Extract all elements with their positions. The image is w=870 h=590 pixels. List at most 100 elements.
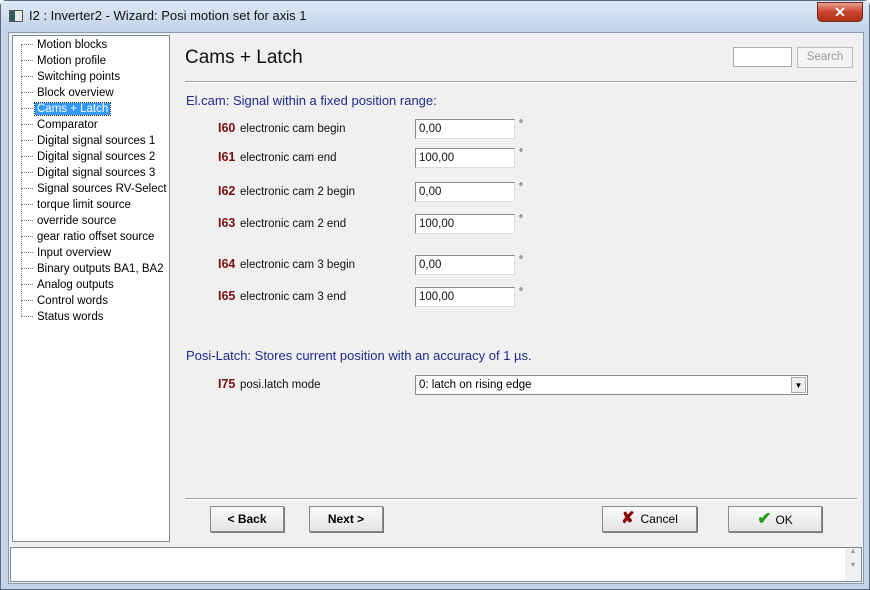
- tree-item[interactable]: Motion profile: [21, 53, 108, 69]
- unit-label: °: [519, 148, 523, 159]
- unit-label: °: [519, 119, 523, 130]
- param-id: I75: [218, 377, 236, 391]
- tree-connector: [21, 172, 33, 174]
- tree-item-label: Control words: [37, 295, 108, 307]
- param-label: posi.latch mode: [240, 379, 321, 391]
- tree-item[interactable]: Digital signal sources 3: [21, 165, 157, 181]
- check-icon: ✔: [757, 509, 772, 528]
- cancel-button[interactable]: ✘ Cancel: [602, 506, 697, 532]
- search-input[interactable]: [733, 47, 792, 67]
- scrollbar[interactable]: ▲ ▼: [845, 548, 861, 581]
- app-icon: [9, 10, 23, 22]
- tree-connector: [21, 60, 33, 62]
- tree-connector: [21, 44, 33, 46]
- param-value-input[interactable]: 100,00: [415, 214, 515, 234]
- param-value-input[interactable]: 100,00: [415, 287, 515, 307]
- tree-item[interactable]: Comparator: [21, 117, 100, 133]
- param-label: electronic cam begin: [240, 123, 346, 135]
- tree-item[interactable]: gear ratio offset source: [21, 229, 156, 245]
- tree-item[interactable]: Cams + Latch: [21, 101, 112, 117]
- param-value-input[interactable]: 0,00: [415, 119, 515, 139]
- param-label: electronic cam 3 begin: [240, 259, 356, 271]
- message-log[interactable]: ▲ ▼: [10, 547, 862, 582]
- param-id: I60: [218, 121, 236, 135]
- tree-item[interactable]: Digital signal sources 2: [21, 149, 157, 165]
- tree-item[interactable]: Switching points: [21, 69, 122, 85]
- close-button[interactable]: ✕: [817, 2, 863, 22]
- param-label: electronic cam 2 end: [240, 218, 347, 230]
- ok-button[interactable]: ✔ OK: [728, 506, 822, 532]
- tree-connector: [21, 92, 33, 94]
- tree-connector: [21, 300, 33, 302]
- tree-item-label: Motion profile: [37, 55, 107, 67]
- chevron-down-icon[interactable]: ▼: [791, 377, 806, 393]
- search-button[interactable]: Search: [797, 47, 853, 68]
- tree-connector: [21, 140, 33, 142]
- tree-item[interactable]: Block overview: [21, 85, 116, 101]
- param-value-input[interactable]: 0,00: [415, 255, 515, 275]
- param-id: I65: [218, 289, 236, 303]
- tree-connector: [21, 188, 33, 190]
- tree-item[interactable]: Digital signal sources 1: [21, 133, 157, 149]
- tree-item[interactable]: torque limit source: [21, 197, 133, 213]
- ok-label: OK: [775, 513, 793, 527]
- tree-connector: [21, 124, 33, 126]
- tree-item-label: Binary outputs BA1, BA2: [37, 263, 164, 275]
- param-label: electronic cam 3 end: [240, 291, 347, 303]
- tree-item-label: Block overview: [37, 87, 114, 99]
- tree-connector: [21, 220, 33, 222]
- tree-item[interactable]: Signal sources RV-Select: [21, 181, 169, 197]
- latch-heading: Posi-Latch: Stores current position with…: [186, 348, 532, 363]
- back-button[interactable]: < Back: [210, 506, 284, 532]
- tree-item-label: Digital signal sources 2: [37, 151, 156, 163]
- divider: [185, 81, 857, 83]
- tree-item-label: Switching points: [37, 71, 121, 83]
- tree-item-label: Input overview: [37, 247, 112, 259]
- elcam-heading: El.cam: Signal within a fixed position r…: [186, 93, 437, 108]
- unit-label: °: [519, 287, 523, 298]
- tree-item-label: Signal sources RV-Select: [37, 183, 167, 195]
- tree-item[interactable]: override source: [21, 213, 118, 229]
- x-icon: ✘: [621, 510, 635, 527]
- param-value-input[interactable]: 100,00: [415, 148, 515, 168]
- param-id: I63: [218, 216, 236, 230]
- main-panel: Cams + Latch Search El.cam: Signal withi…: [170, 33, 864, 543]
- tree-item-label: override source: [37, 215, 117, 227]
- param-value-input[interactable]: 0,00: [415, 182, 515, 202]
- tree-item[interactable]: Input overview: [21, 245, 113, 261]
- tree-item-label: Comparator: [37, 119, 98, 131]
- title-bar[interactable]: I2 : Inverter2 - Wizard: Posi motion set…: [1, 1, 869, 31]
- tree-connector: [21, 204, 33, 206]
- tree-connector: [21, 252, 33, 254]
- wizard-window: I2 : Inverter2 - Wizard: Posi motion set…: [0, 0, 870, 590]
- param-label: electronic cam 2 begin: [240, 186, 356, 198]
- tree-item[interactable]: Binary outputs BA1, BA2: [21, 261, 166, 277]
- tree-connector: [21, 236, 33, 238]
- tree-connector: [21, 284, 33, 286]
- tree-item-label: Motion blocks: [37, 39, 108, 51]
- divider: [185, 498, 857, 500]
- unit-label: °: [519, 214, 523, 225]
- tree-connector: [21, 76, 33, 78]
- tree-item[interactable]: Motion blocks: [21, 37, 109, 53]
- param-id: I61: [218, 150, 236, 164]
- unit-label: °: [519, 182, 523, 193]
- navigation-tree[interactable]: Motion blocks Motion profile Switching poi…: [12, 35, 170, 542]
- tree-item[interactable]: Control words: [21, 293, 110, 309]
- selected-value: 0: latch on rising edge: [419, 379, 532, 391]
- tree-connector: [21, 268, 33, 270]
- tree-item-label: Analog outputs: [37, 279, 114, 291]
- tree-item-label: torque limit source: [37, 199, 131, 211]
- tree-item-label: Digital signal sources 1: [37, 135, 156, 147]
- next-button[interactable]: Next >: [309, 506, 383, 532]
- tree-item[interactable]: Analog outputs: [21, 277, 116, 293]
- tree-item[interactable]: Status words: [21, 309, 105, 325]
- tree-item-label: gear ratio offset source: [37, 231, 155, 243]
- param-label: electronic cam end: [240, 152, 337, 164]
- param-id: I64: [218, 257, 236, 271]
- param-id: I62: [218, 184, 236, 198]
- tree-item-label: Digital signal sources 3: [37, 167, 156, 179]
- tree-connector: [21, 316, 33, 318]
- latch-mode-select[interactable]: 0: latch on rising edge ▼: [415, 375, 808, 395]
- cancel-label: Cancel: [640, 512, 678, 526]
